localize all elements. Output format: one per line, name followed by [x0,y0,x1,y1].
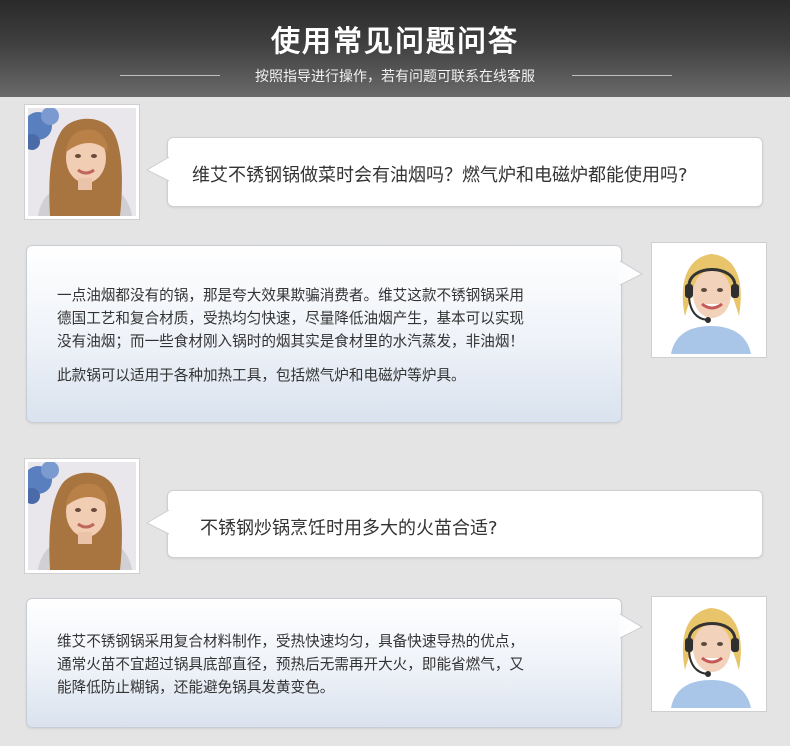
answer-text: 维艾不锈钢锅采用复合材料制作，受热快速均匀，具备快速导热的优点， 通常火苗不宜超… [57,630,524,699]
answer-line: 能降低防止糊锅，还能避免锅具发黄变色。 [57,679,335,696]
subtitle-divider-right [572,75,672,76]
answer-extra-line: 此款锅可以适用于各种加热工具，包括燃气炉和电磁炉等炉具。 [57,367,466,384]
bubble-tail-icon [619,613,643,639]
answer-line: 没有油烟；而一些食材刚入锅时的烟其实是食材里的水汽蒸发，非油烟！ [57,333,525,350]
header-banner: 使用常见问题问答 按照指导进行操作，若有问题可联系在线客服 [0,0,790,97]
question-text: 维艾不锈钢锅做菜时会有油烟吗？燃气炉和电磁炉都能使用吗? [192,165,688,186]
woman-portrait-icon [28,462,136,570]
answer-bubble: 一点油烟都没有的锅，那是夸大效果欺骗消费者。维艾这款不锈钢锅采用 德国工艺和复合… [26,245,643,423]
answer-line: 通常火苗不宜超过锅具底部直径，预热后无需再开大火，即能省燃气，又 [57,656,525,673]
answer-line: 维艾不锈钢锅采用复合材料制作，受热快速均匀，具备快速导热的优点， [57,633,525,650]
question-bubble: 不锈钢炒锅烹饪时用多大的火苗合适? [146,490,763,558]
answer-bubble: 维艾不锈钢锅采用复合材料制作，受热快速均匀，具备快速导热的优点， 通常火苗不宜超… [26,598,643,728]
woman-portrait-icon [28,108,136,216]
bubble-tail-icon [146,156,170,182]
answer-text: 一点油烟都没有的锅，那是夸大效果欺骗消费者。维艾这款不锈钢锅采用 德国工艺和复合… [57,284,524,387]
support-agent-avatar [651,242,767,358]
page-title: 使用常见问题问答 [270,24,519,58]
question-text: 不锈钢炒锅烹饪时用多大的火苗合适? [200,518,498,539]
customer-avatar [24,458,140,574]
agent-headset-icon [655,246,763,354]
support-agent-avatar [651,596,767,712]
bubble-tail-icon [146,509,170,535]
customer-avatar [24,104,140,220]
page-subtitle: 按照指导进行操作，若有问题可联系在线客服 [255,69,535,85]
answer-line: 德国工艺和复合材质，受热均匀快速，尽量降低油烟产生，基本可以实现 [57,310,525,327]
answer-line: 一点油烟都没有的锅，那是夸大效果欺骗消费者。维艾这款不锈钢锅采用 [57,287,525,304]
question-bubble: 维艾不锈钢锅做菜时会有油烟吗？燃气炉和电磁炉都能使用吗? [146,137,763,207]
bubble-tail-icon [619,260,643,286]
agent-headset-icon [655,600,763,708]
